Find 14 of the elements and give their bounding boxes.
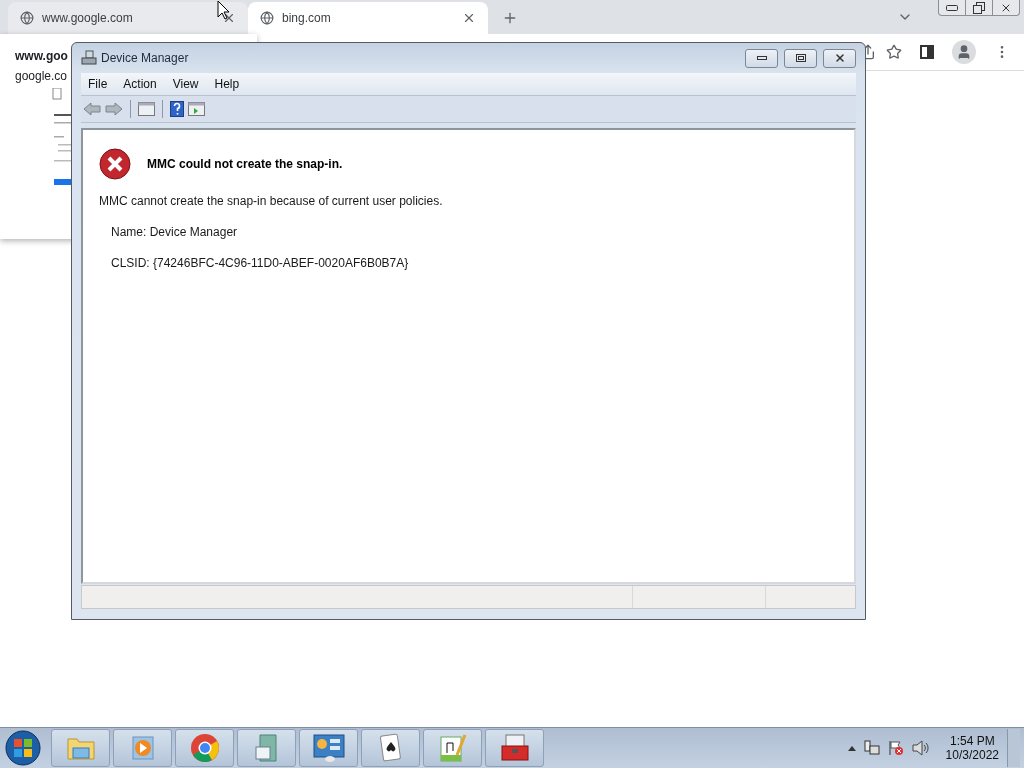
clock[interactable]: 1:54 PM 10/3/2022 [945,734,999,762]
error-heading: MMC could not create the snap-in. [147,157,343,171]
menu-item[interactable]: Action [116,75,164,93]
error-message: MMC cannot create the snap-in because of current user policies. [99,194,444,208]
preview-url: google.co [15,68,68,85]
error-detail: CLSID: {74246BFC-4C96-11D0-ABEF-0020AF6B0B7A} [111,256,410,270]
menu-item[interactable]: File [81,75,115,93]
window-title: Device Manager [101,51,190,65]
menu-item[interactable]: Help [207,75,247,93]
error-detail: Name: Device Manager [111,225,239,239]
menu-item[interactable]: View [165,75,206,93]
browser-tab[interactable]: bing.com [248,2,488,34]
preview-title: www.goo [15,48,68,65]
browser-tab[interactable]: www.google.com [8,2,248,34]
